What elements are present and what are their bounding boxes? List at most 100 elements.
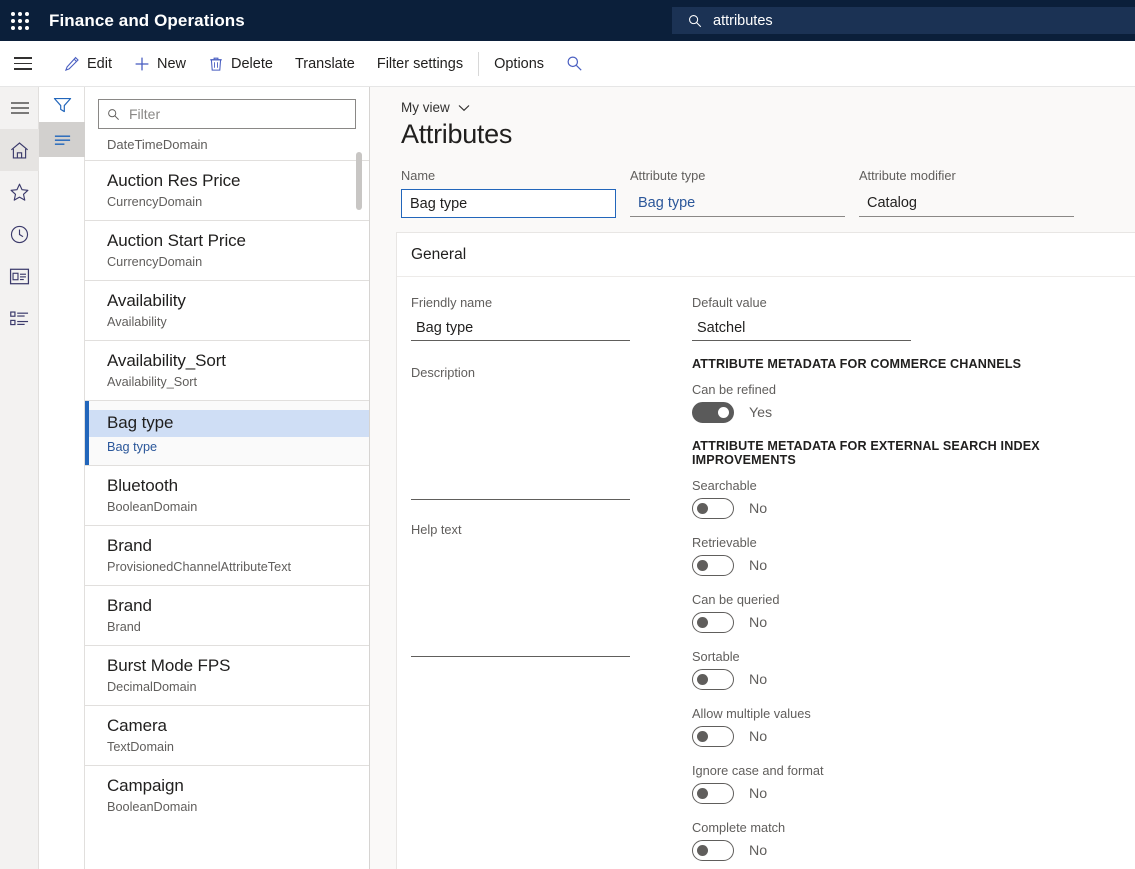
list-scrollbar-thumb[interactable] (356, 152, 362, 210)
retrievable-row: No (692, 555, 1122, 576)
app-launcher-icon[interactable] (0, 0, 40, 41)
sortable-label: Sortable (692, 649, 1122, 664)
filter-settings-label: Filter settings (377, 56, 463, 72)
ignore-case-and-format-field: Ignore case and format No (692, 763, 1122, 804)
searchable-value: No (749, 501, 767, 517)
left-navigation-rail (0, 87, 39, 869)
allow-multiple-values-row: No (692, 726, 1122, 747)
attribute-type-input[interactable]: Bag type (630, 189, 845, 217)
list-item[interactable]: Campaign BooleanDomain (85, 765, 369, 825)
options-button[interactable]: Options (483, 41, 555, 87)
list-item-title: Brand (107, 595, 369, 617)
retrievable-label: Retrievable (692, 535, 1122, 550)
filter-settings-button[interactable]: Filter settings (366, 41, 474, 87)
complete-match-toggle[interactable] (692, 840, 734, 861)
edit-button[interactable]: Edit (53, 41, 123, 87)
rail-hamburger-button[interactable] (0, 87, 39, 129)
trash-icon (208, 56, 224, 72)
list-filter-input[interactable]: Filter (98, 99, 356, 129)
general-right-column: Default value Satchel ATTRIBUTE METADATA… (692, 295, 1122, 869)
sortable-toggle[interactable] (692, 669, 734, 690)
home-icon (9, 140, 30, 161)
lines-icon (53, 133, 72, 147)
list-item[interactable]: Auction Res Price CurrencyDomain (85, 160, 369, 220)
attribute-type-label: Attribute type (630, 168, 845, 183)
list-item[interactable]: Bluetooth BooleanDomain (85, 465, 369, 525)
list-item-subtitle: Bag type (107, 438, 369, 457)
edit-button-label: Edit (87, 56, 112, 72)
retrievable-toggle[interactable] (692, 555, 734, 576)
funnel-icon (53, 96, 72, 114)
list-item-partial-subtitle: DateTimeDomain (85, 137, 369, 160)
retrievable-field: Retrievable No (692, 535, 1122, 576)
list-item-subtitle: BooleanDomain (107, 798, 369, 817)
complete-match-value: No (749, 843, 767, 859)
can-be-queried-field: Can be queried No (692, 592, 1122, 633)
ignore-case-and-format-row: No (692, 783, 1122, 804)
searchable-toggle[interactable] (692, 498, 734, 519)
header-fields: Name Bag type Attribute type Bag type At… (401, 168, 1135, 218)
application-window: Finance and Operations attributes (0, 0, 1135, 869)
friendly-name-input[interactable]: Bag type (411, 315, 630, 341)
help-text-label: Help text (411, 522, 654, 537)
list-item-subtitle: DecimalDomain (107, 678, 369, 697)
general-card-header[interactable]: General (397, 233, 1135, 277)
sidebar-item-favorites[interactable] (0, 171, 39, 213)
view-selector[interactable]: My view (401, 100, 470, 115)
sidebar-item-home[interactable] (0, 129, 39, 171)
sidebar-item-modules[interactable] (0, 297, 39, 339)
attribute-modifier-input[interactable]: Catalog (859, 189, 1074, 217)
can-be-queried-label: Can be queried (692, 592, 1122, 607)
translate-button[interactable]: Translate (284, 41, 366, 87)
list-item-title: Auction Res Price (107, 170, 369, 192)
list-item[interactable]: Auction Start Price CurrencyDomain (85, 220, 369, 280)
workspace-icon (9, 267, 30, 286)
command-search-button[interactable] (555, 41, 601, 87)
app-title: Finance and Operations (49, 11, 245, 31)
delete-button[interactable]: Delete (197, 41, 284, 87)
attribute-modifier-field-group: Attribute modifier Catalog (859, 168, 1074, 218)
list-item[interactable]: Availability Availability (85, 280, 369, 340)
allow-multiple-values-toggle[interactable] (692, 726, 734, 747)
ignore-case-and-format-label: Ignore case and format (692, 763, 1122, 778)
list-item-title: Bluetooth (107, 475, 369, 497)
star-icon (9, 182, 30, 203)
help-text-field: Help text (411, 522, 654, 657)
ignore-case-and-format-toggle[interactable] (692, 783, 734, 804)
name-input[interactable]: Bag type (401, 189, 616, 218)
sidebar-item-workspaces[interactable] (0, 255, 39, 297)
filter-pane-button[interactable] (39, 87, 85, 122)
searchable-label: Searchable (692, 478, 1122, 493)
friendly-name-label: Friendly name (411, 295, 654, 310)
name-label: Name (401, 168, 616, 183)
list-item[interactable]: Brand ProvisionedChannelAttributeText (85, 525, 369, 585)
allow-multiple-values-label: Allow multiple values (692, 706, 1122, 721)
global-search-box[interactable]: attributes (672, 7, 1135, 34)
sidebar-item-recent[interactable] (0, 213, 39, 255)
list-pane-button[interactable] (39, 122, 85, 157)
main-content: My view Attributes Name Bag type Attribu… (370, 87, 1135, 869)
can-be-queried-value: No (749, 615, 767, 631)
list-item-title: Burst Mode FPS (107, 655, 369, 677)
list-item-subtitle: Availability (107, 313, 369, 332)
ignore-case-and-format-value: No (749, 786, 767, 802)
general-card: General Friendly name Bag type Descripti… (396, 232, 1135, 869)
list-item[interactable]: Brand Brand (85, 585, 369, 645)
list-item[interactable]: Camera TextDomain (85, 705, 369, 765)
list-item[interactable]: Availability_Sort Availability_Sort (85, 340, 369, 400)
can-be-queried-toggle[interactable] (692, 612, 734, 633)
list-item-title: Brand (107, 535, 369, 557)
new-button[interactable]: New (123, 41, 197, 87)
list-item-selected[interactable]: Bag type Bag type (85, 400, 369, 465)
attribute-modifier-label: Attribute modifier (859, 168, 1074, 183)
new-button-label: New (157, 56, 186, 72)
nav-hamburger-button[interactable] (0, 41, 45, 87)
list-icon (9, 309, 30, 328)
description-input[interactable] (411, 385, 630, 500)
retrievable-value: No (749, 558, 767, 574)
can-be-refined-toggle[interactable] (692, 402, 734, 423)
default-value-input[interactable]: Satchel (692, 315, 911, 341)
list-item[interactable]: Burst Mode FPS DecimalDomain (85, 645, 369, 705)
help-text-input[interactable] (411, 542, 630, 657)
complete-match-row: No (692, 840, 1122, 861)
